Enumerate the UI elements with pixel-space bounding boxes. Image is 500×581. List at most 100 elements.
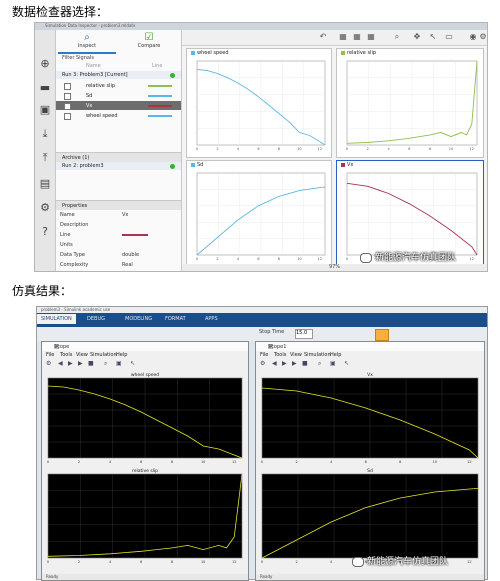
x-tick-label: 0 (346, 147, 348, 151)
step-forward-icon[interactable]: ▶ (78, 360, 83, 367)
x-tick-label: 2 (216, 257, 218, 261)
checkbox[interactable]: ✓ (64, 103, 71, 110)
pan-icon[interactable]: ✥ (412, 32, 422, 42)
stop-time-label: Stop Time (259, 329, 285, 335)
plot-sd[interactable]: Sd 0 2 4 6 8 10 12 (186, 160, 332, 266)
search-icon: ⌕ (84, 32, 90, 43)
x-tick-label: 10 (201, 460, 205, 464)
menu-view[interactable]: View (290, 352, 302, 358)
x-tick-label: 0 (346, 257, 348, 261)
prop-row: Units (60, 242, 73, 248)
zoom-icon[interactable]: ⌕ (104, 360, 107, 368)
layout-icon[interactable]: ▦ (366, 32, 376, 42)
stop-icon[interactable]: ■ (88, 360, 94, 367)
zoom-icon[interactable]: ⌕ (392, 32, 402, 42)
signal-row-wheel-speed[interactable]: wheel speed (56, 111, 181, 120)
settings-icon[interactable]: ⚙ (260, 360, 265, 367)
close-icon[interactable]: ✕ (268, 343, 478, 350)
ribbon-tab-apps[interactable]: APPS (205, 316, 218, 322)
signal-row-vx[interactable]: ✓ Vx (56, 101, 181, 110)
chart-sd: 0 2 4 6 8 10 12 (196, 172, 326, 261)
x-tick-label: 12 (467, 560, 471, 564)
archive-section[interactable]: Archive (1) (56, 152, 181, 162)
checkbox[interactable] (64, 113, 71, 120)
menu-help[interactable]: Help (330, 352, 341, 358)
x-tick-label: 6 (257, 257, 259, 261)
ribbon-tab-debug[interactable]: DEBUG (87, 316, 105, 322)
scope-plots-right: 0 2 4 6 8 10 12Vx0 2 4 6 8 10 12Sd (261, 372, 479, 564)
properties-section[interactable]: Properties (56, 200, 181, 210)
x-tick-label: 4 (330, 460, 333, 464)
step-back-icon[interactable]: ◀ (272, 360, 277, 367)
folder-icon[interactable]: ▬ (39, 82, 51, 94)
menu-tools[interactable]: Tools (60, 352, 72, 358)
ribbon-tab-format[interactable]: FORMAT (165, 316, 186, 322)
plot-relative-slip[interactable]: relative slip 0 2 4 6 8 10 12 (336, 48, 484, 158)
check-icon: ☑ (144, 32, 154, 43)
run-current-row[interactable]: Run 3: Problem3 [Current] (56, 71, 181, 79)
scope-toolbar: ⚙ ◀ ▶ ▶ ■ ⌕ ▣ ↖ (256, 359, 484, 369)
tab-inspect[interactable]: ⌕ Inspect (58, 32, 116, 54)
menu-simulation[interactable]: Simulation (90, 352, 117, 358)
stop-icon[interactable]: ■ (302, 360, 308, 367)
x-tick-label: 8 (171, 560, 173, 564)
cursor-icon[interactable]: ↖ (344, 360, 349, 367)
cursor-icon[interactable]: ↖ (130, 360, 135, 367)
upload-icon[interactable]: ⤒ (39, 152, 51, 164)
signal-row-sd[interactable]: Sd (56, 91, 181, 100)
run-icon[interactable]: ▶ (68, 360, 73, 367)
archive-run-row[interactable]: Run 2: problem3 (56, 162, 181, 170)
wechat-icon (360, 252, 372, 263)
run-button[interactable] (375, 329, 389, 341)
x-tick-label: 6 (140, 460, 142, 464)
undo-icon[interactable]: ↶ (318, 32, 328, 42)
layout-icon[interactable]: ▦ (352, 32, 362, 42)
checkbox[interactable] (64, 83, 71, 90)
x-tick-label: 0 (196, 257, 198, 261)
ribbon-tab-modeling[interactable]: MODELING (125, 316, 152, 322)
gear-icon[interactable]: ⚙ (478, 32, 488, 42)
menu-simulation[interactable]: Simulation (304, 352, 331, 358)
filter-signals-label[interactable]: Filter Signals (62, 55, 94, 61)
run-icon[interactable]: ▶ (282, 360, 287, 367)
x-tick-label: 8 (278, 257, 280, 261)
scope-status-bar: Ready (256, 574, 484, 580)
menu-help[interactable]: Help (116, 352, 127, 358)
zoom-icon[interactable]: ⌕ (318, 360, 321, 368)
stop-time-input[interactable]: 15.0 (295, 329, 313, 339)
x-tick-label: 12 (232, 460, 236, 464)
x-tick-label: 8 (429, 147, 431, 151)
save-icon[interactable]: ▣ (39, 104, 51, 116)
x-tick-label: 10 (433, 460, 437, 464)
scope-toolbar: ⚙ ◀ ▶ ▶ ■ ⌕ ▣ ↖ (42, 359, 248, 369)
menu-file[interactable]: File (260, 352, 268, 358)
scope-plot-title: wheel speed (131, 372, 159, 378)
ribbon-tab-simulation[interactable]: SIMULATION (37, 314, 76, 324)
gear-icon[interactable]: ⚙ (39, 202, 51, 214)
scope-window-left: Scope – □ ✕ File Tools View Simulation H… (41, 341, 249, 581)
menu-view[interactable]: View (76, 352, 88, 358)
camera-icon[interactable]: ◉ (468, 32, 478, 42)
plot-wheel-speed[interactable]: wheel speed 0 2 4 6 8 10 12 (186, 48, 332, 158)
close-icon[interactable]: ✕ (54, 343, 242, 350)
download-icon[interactable]: ⤓ (39, 128, 51, 140)
x-tick-label: 8 (278, 147, 280, 151)
menu-file[interactable]: File (46, 352, 54, 358)
fit-icon[interactable]: ▭ (444, 32, 454, 42)
help-icon[interactable]: ? (39, 226, 51, 238)
layout-icon[interactable]: ▦ (338, 32, 348, 42)
step-forward-icon[interactable]: ▶ (292, 360, 297, 367)
menu-tools[interactable]: Tools (274, 352, 286, 358)
fit-icon[interactable]: ▣ (116, 360, 122, 367)
tab-compare[interactable]: ☑ Compare (120, 32, 178, 52)
fit-icon[interactable]: ▣ (330, 360, 336, 367)
settings-icon[interactable]: ⚙ (46, 360, 51, 367)
x-tick-label: 12 (232, 560, 236, 564)
signal-row-relative-slip[interactable]: relative slip (56, 81, 181, 90)
x-tick-label: 6 (365, 460, 367, 464)
step-back-icon[interactable]: ◀ (58, 360, 63, 367)
document-icon[interactable]: ▤ (39, 178, 51, 190)
add-icon[interactable]: ⊕ (39, 58, 51, 70)
checkbox[interactable] (64, 93, 71, 100)
cursor-icon[interactable]: ↖ (428, 32, 438, 42)
